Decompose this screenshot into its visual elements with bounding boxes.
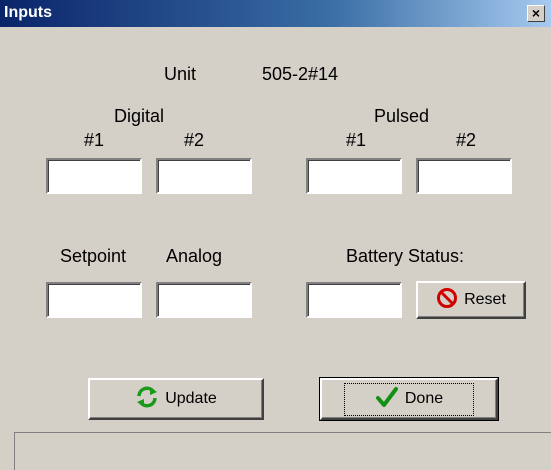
digital-label: Digital [114, 106, 165, 126]
analog-label: Analog [166, 246, 223, 266]
unit-value: 505-2#14 [262, 64, 339, 84]
window-title: Inputs [4, 4, 52, 21]
digital-ch2-label: #2 [184, 130, 205, 150]
close-icon: × [531, 5, 541, 21]
reset-button-label: Reset [464, 291, 506, 308]
title-bar: Inputs × [0, 0, 551, 27]
battery-status-field[interactable] [306, 282, 402, 318]
done-focus-rect: Done [343, 382, 475, 416]
pulsed-ch1-label: #1 [346, 130, 367, 150]
update-button-label: Update [165, 390, 217, 407]
refresh-icon [135, 385, 159, 414]
status-bar [14, 432, 551, 470]
pulsed-label: Pulsed [374, 106, 430, 126]
pulsed-1-field[interactable] [306, 158, 402, 194]
done-button-label: Done [404, 390, 444, 407]
digital-1-field[interactable] [46, 158, 142, 194]
digital-2-field[interactable] [156, 158, 252, 194]
no-entry-icon [436, 287, 458, 314]
battery-status-label: Battery Status: [346, 246, 465, 266]
close-button[interactable]: × [527, 5, 545, 22]
pulsed-ch2-label: #2 [456, 130, 477, 150]
done-button[interactable]: Done [319, 377, 499, 421]
digital-ch1-label: #1 [84, 130, 105, 150]
reset-button[interactable]: Reset [416, 281, 526, 319]
checkmark-icon [375, 386, 399, 413]
unit-label: Unit [164, 64, 197, 84]
setpoint-field[interactable] [46, 282, 142, 318]
analog-field[interactable] [156, 282, 252, 318]
setpoint-label: Setpoint [60, 246, 127, 266]
update-button[interactable]: Update [88, 378, 264, 420]
pulsed-2-field[interactable] [416, 158, 512, 194]
